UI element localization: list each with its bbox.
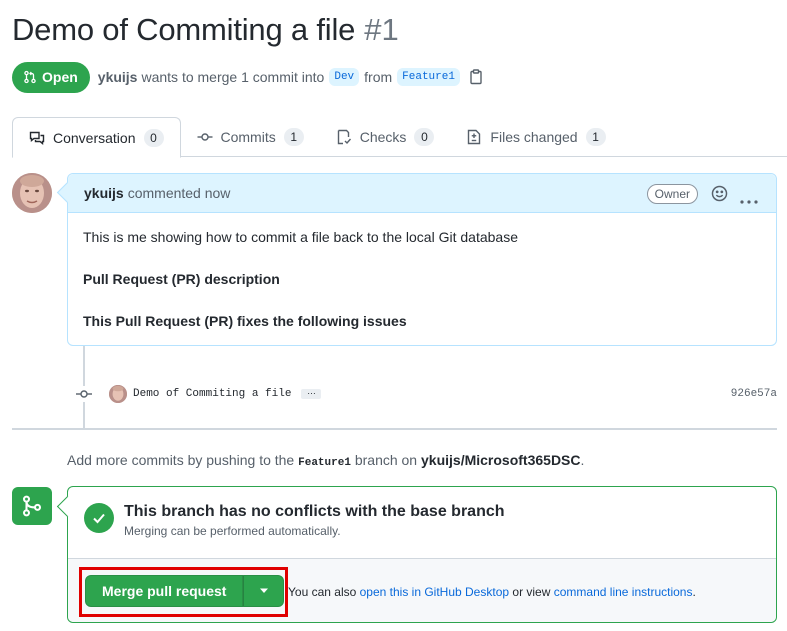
merge-status-subtitle: Merging can be performed automatically. (124, 524, 341, 538)
merge-alt-suffix: . (692, 585, 696, 599)
tab-label: Checks (359, 129, 407, 145)
avatar[interactable] (12, 173, 52, 213)
tab-files-changed[interactable]: Files changed 1 (450, 117, 621, 157)
tab-counter: 0 (143, 128, 164, 147)
push-hint: Add more commits by pushing to the Featu… (67, 452, 584, 469)
pr-number: #1 (364, 12, 399, 47)
comment-body: This is me showing how to commit a file … (68, 213, 776, 371)
merge-alt-middle: or view (512, 585, 551, 599)
comment-timestamp: commented now (127, 185, 231, 201)
merge-footer: Merge pull request You can also open thi… (68, 558, 776, 622)
timeline-divider (12, 428, 777, 430)
checklist-icon (337, 129, 351, 145)
git-pull-request-icon (24, 70, 36, 84)
smiley-icon[interactable] (711, 185, 728, 205)
comment-header: ykuijs commented now Owner (68, 174, 776, 213)
state-badge: Open (12, 61, 90, 93)
tab-conversation[interactable]: Conversation 0 (12, 117, 181, 158)
head-branch[interactable]: Feature1 (397, 68, 460, 86)
push-hint-suffix: . (580, 452, 585, 468)
commit-sha-link[interactable]: 926e57a (731, 388, 777, 400)
merge-status: This branch has no conflicts with the ba… (84, 503, 505, 538)
pr-title: Demo of Commiting a file (12, 12, 356, 47)
kebab-horizontal-icon[interactable] (740, 191, 758, 207)
comment-heading: This Pull Request (PR) fixes the followi… (83, 313, 407, 329)
push-hint-repo: ykuijs/Microsoft365DSC (421, 452, 581, 468)
open-in-desktop-link[interactable]: open this in GitHub Desktop (360, 585, 509, 599)
merge-alt-prefix: You can also (288, 585, 357, 599)
git-commit-icon (197, 133, 212, 141)
commit-expand-button[interactable]: … (301, 387, 322, 399)
comment-discussion-icon (29, 131, 45, 145)
push-hint-prefix: Add more commits by pushing to the (67, 452, 295, 468)
tab-commits[interactable]: Commits 1 (181, 117, 320, 157)
check-circle-icon (84, 503, 114, 533)
pr-tabs: Conversation 0 Commits 1 Checks 0 Files … (12, 117, 787, 158)
pr-author-link[interactable]: ykuijs (98, 69, 138, 85)
triangle-down-icon (259, 588, 268, 593)
state-label: Open (42, 69, 78, 85)
merge-status-title: This branch has no conflicts with the ba… (124, 503, 505, 520)
git-commit-icon (76, 386, 92, 402)
commit-avatar[interactable] (109, 385, 127, 403)
tab-counter: 0 (414, 128, 435, 146)
merge-button-group: Merge pull request (85, 575, 285, 607)
push-hint-middle: branch on (354, 452, 418, 468)
merge-pull-request-button[interactable]: Merge pull request (85, 575, 244, 607)
comment-paragraph: This is me showing how to commit a file … (83, 229, 518, 245)
merge-text: wants to merge 1 commit into (141, 69, 325, 85)
command-line-instructions-link[interactable]: command line instructions (554, 585, 693, 599)
pr-title-row: Demo of Commiting a file #1 (12, 12, 399, 56)
owner-badge: Owner (646, 184, 698, 204)
base-branch[interactable]: Dev (329, 68, 360, 86)
push-hint-branch: Feature1 (298, 457, 351, 469)
merge-alternatives: You can also open this in GitHub Desktop… (288, 585, 696, 599)
comment-author-link[interactable]: ykuijs (84, 185, 124, 201)
tab-counter: 1 (283, 128, 304, 146)
tab-counter: 1 (585, 128, 606, 146)
tab-label: Commits (220, 129, 276, 145)
comment-box: ykuijs commented now Owner This is me sh… (67, 173, 777, 346)
merge-box: This branch has no conflicts with the ba… (67, 486, 777, 623)
commit-message-link[interactable]: Demo of Commiting a file (133, 388, 291, 400)
tab-label: Conversation (53, 129, 136, 146)
merge-options-button[interactable] (243, 575, 285, 607)
commit-row: Demo of Commiting a file … 926e57a (76, 382, 777, 406)
tab-label: Files changed (490, 129, 578, 145)
pr-meta: Open ykuijs wants to merge 1 commit into… (12, 61, 483, 93)
copy-icon[interactable] (469, 69, 483, 85)
tab-checks[interactable]: Checks 0 (320, 117, 451, 157)
file-diff-icon (468, 129, 481, 145)
from-text: from (364, 69, 393, 85)
git-merge-icon (12, 487, 52, 525)
comment-heading: Pull Request (PR) description (83, 271, 280, 287)
